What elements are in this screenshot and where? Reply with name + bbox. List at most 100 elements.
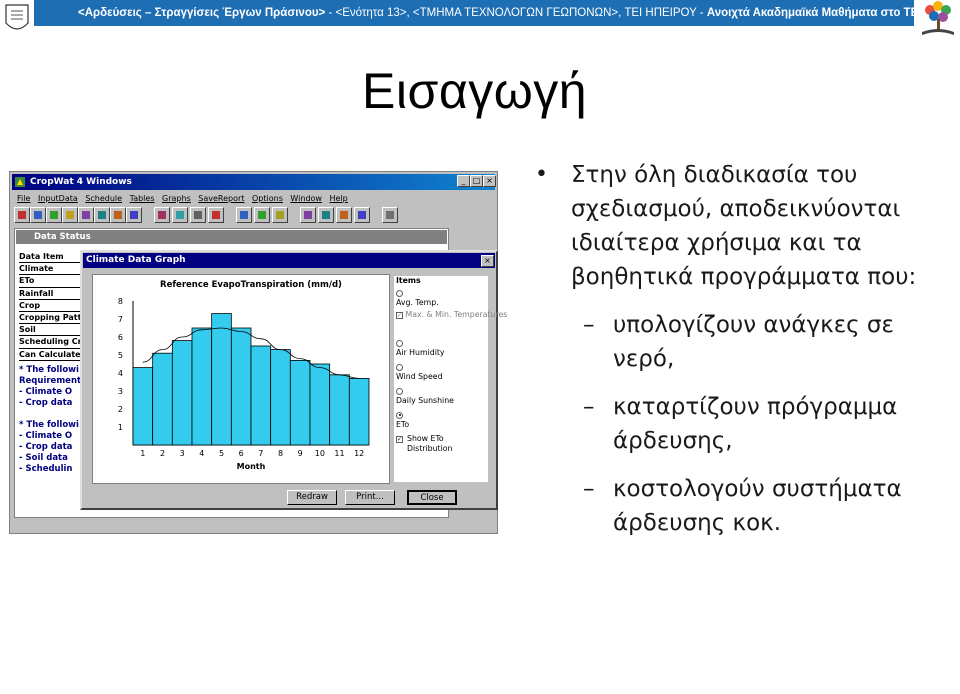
y-tick-label: 4 xyxy=(118,369,123,378)
dash-symbol: – xyxy=(583,476,595,502)
x-tick-label: 8 xyxy=(278,449,283,458)
x-tick-label: 12 xyxy=(354,449,364,458)
avg-temp-label: Avg. Temp. xyxy=(396,298,439,307)
menu-savereport[interactable]: SaveReport xyxy=(198,192,244,205)
air-humidity-label: Air Humidity xyxy=(396,348,445,357)
toolbar-button[interactable] xyxy=(318,207,334,223)
toolbar-button[interactable] xyxy=(236,207,252,223)
note-line: Requirement xyxy=(19,376,82,386)
air-humidity-radio[interactable] xyxy=(396,338,403,348)
bullet-list: • Στην όλη διαδικασία του σχεδιασμού, απ… xyxy=(535,158,955,540)
avg-temp-radio[interactable] xyxy=(396,288,403,298)
show-eto-distribution-checkbox[interactable]: ✓ Show ETo Distribution xyxy=(396,434,488,454)
toolbar-button[interactable] xyxy=(300,207,316,223)
list-item: Cropping Patter xyxy=(19,312,85,325)
data-status-list: Data Item Climate ETo Rainfall Crop Crop… xyxy=(19,251,85,361)
print-button[interactable]: Print... xyxy=(345,490,395,505)
list-item: Data Item xyxy=(19,251,85,264)
dash-symbol: – xyxy=(583,312,595,338)
toolbar xyxy=(14,207,494,225)
toolbar-button[interactable] xyxy=(14,207,30,223)
note-line: - Soil data xyxy=(19,453,68,463)
menu-file[interactable]: File xyxy=(17,192,30,205)
max-min-temp-checkbox: ✓ Max. & Min. Temperatures xyxy=(396,310,508,319)
tool-icon xyxy=(386,211,394,219)
minimize-button[interactable]: _ xyxy=(457,175,470,187)
tool-icon xyxy=(158,211,166,219)
tool-icon xyxy=(176,211,184,219)
eto-radio[interactable] xyxy=(396,410,403,420)
cropwat-titlebar: CropWat 4 Windows xyxy=(12,174,495,190)
menu-window[interactable]: Window xyxy=(290,192,322,205)
redraw-button[interactable]: Redraw xyxy=(287,490,337,505)
toolbar-button[interactable] xyxy=(62,207,78,223)
tool-icon xyxy=(114,211,122,219)
toolbar-button[interactable] xyxy=(172,207,188,223)
maximize-button[interactable]: □ xyxy=(470,175,483,187)
chart-bar xyxy=(152,352,173,446)
sub-bullet-item: – κοστολογούν συστήματα άρδευσης κοκ. xyxy=(535,472,955,540)
chart-area: Reference EvapoTranspiration (mm/d) 1 2 3 4 5… xyxy=(92,274,390,484)
toolbar-button[interactable] xyxy=(30,207,46,223)
tool-icon xyxy=(358,211,366,219)
toolbar-button[interactable] xyxy=(336,207,352,223)
x-tick-label: 2 xyxy=(160,449,165,458)
sub-bullet-text: κοστολογούν συστήματα άρδευσης κοκ. xyxy=(613,476,902,536)
menu-inputdata[interactable]: InputData xyxy=(38,192,78,205)
toolbar-button[interactable] xyxy=(154,207,170,223)
chart-bar xyxy=(289,360,311,446)
menu-options[interactable]: Options xyxy=(252,192,283,205)
bullet-item: • Στην όλη διαδικασία του σχεδιασμού, απ… xyxy=(535,158,955,294)
chart-bar xyxy=(132,367,154,446)
toolbar-button[interactable] xyxy=(382,207,398,223)
toolbar-button[interactable] xyxy=(208,207,224,223)
climate-graph-window: Climate Data Graph × Reference EvapoTran… xyxy=(80,250,507,510)
x-tick-label: 9 xyxy=(298,449,303,458)
x-tick-label: 10 xyxy=(315,449,325,458)
data-status-notes: * The followi Requirement - Climate O - … xyxy=(19,365,85,475)
list-item: Crop xyxy=(19,300,85,313)
toolbar-button[interactable] xyxy=(94,207,110,223)
list-item: Climate xyxy=(19,263,85,276)
tool-icon xyxy=(98,211,106,219)
note-line: - Schedulin xyxy=(19,464,73,474)
toolbar-button[interactable] xyxy=(254,207,270,223)
chart-bar xyxy=(191,327,213,446)
data-status-title: Data Status xyxy=(34,232,91,242)
y-tick-label: 8 xyxy=(118,297,123,306)
toolbar-button[interactable] xyxy=(354,207,370,223)
close-graph-button[interactable]: × xyxy=(481,255,494,267)
menu-bar: File InputData Schedule Tables Graphs Sa… xyxy=(12,192,495,205)
tool-icon xyxy=(18,211,26,219)
toolbar-button[interactable] xyxy=(78,207,94,223)
sub-bullet-text: καταρτίζουν πρόγραμμα άρδευσης, xyxy=(613,394,898,454)
y-tick-label: 1 xyxy=(118,423,123,432)
close-window-button[interactable]: × xyxy=(483,175,496,187)
menu-tables[interactable]: Tables xyxy=(130,192,155,205)
close-button[interactable]: Close xyxy=(407,490,457,505)
menu-graphs[interactable]: Graphs xyxy=(162,192,191,205)
tool-icon xyxy=(258,211,266,219)
tool-icon xyxy=(276,211,284,219)
list-item: Can Calculate xyxy=(19,349,85,361)
chart-bar xyxy=(309,363,331,446)
slide-title: Εισαγωγή xyxy=(362,63,588,119)
wind-speed-label: Wind Speed xyxy=(396,372,443,381)
menu-help[interactable]: Help xyxy=(330,192,348,205)
x-tick-label: 7 xyxy=(258,449,263,458)
daily-sunshine-radio[interactable] xyxy=(396,386,403,396)
chart-bar xyxy=(329,374,350,446)
wind-speed-radio[interactable] xyxy=(396,362,403,372)
note-line: - Climate O xyxy=(19,387,73,397)
note-line: * The followi xyxy=(19,365,79,375)
y-tick-label: 2 xyxy=(118,405,123,414)
toolbar-button[interactable] xyxy=(46,207,62,223)
toolbar-button[interactable] xyxy=(126,207,142,223)
menu-schedule[interactable]: Schedule xyxy=(85,192,122,205)
cropwat-window: CropWat 4 Windows _ □ × File InputData S… xyxy=(9,171,507,534)
toolbar-button[interactable] xyxy=(272,207,288,223)
toolbar-button[interactable] xyxy=(190,207,206,223)
toolbar-button[interactable] xyxy=(110,207,126,223)
y-tick-label: 5 xyxy=(118,351,123,360)
tool-icon xyxy=(82,211,90,219)
